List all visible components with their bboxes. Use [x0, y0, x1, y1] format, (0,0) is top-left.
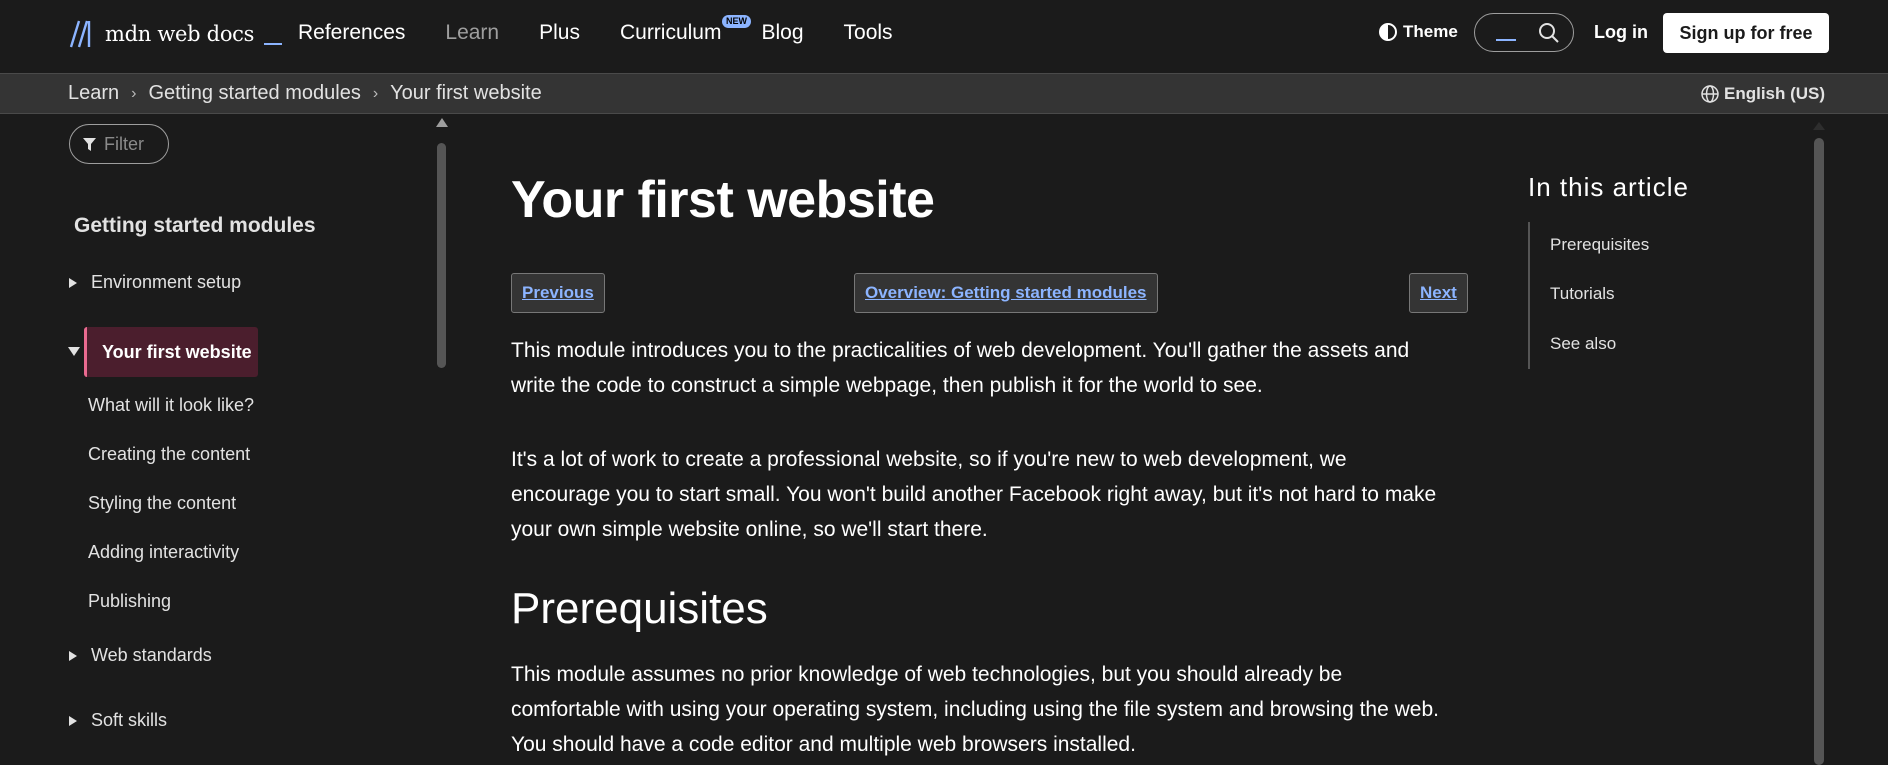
caret-down-shape: [68, 347, 80, 356]
login-link[interactable]: Log in: [1594, 20, 1648, 44]
overview-button[interactable]: Overview: Getting started modules: [854, 273, 1158, 313]
nav-curriculum[interactable]: Curriculum NEW: [619, 15, 751, 48]
top-nav: mdn web docs References Learn Plus Curri…: [0, 0, 1888, 64]
mdn-logo-icon: [69, 20, 91, 48]
language-label: English (US): [1724, 84, 1826, 103]
toc-rule: [1528, 222, 1530, 369]
new-badge: NEW: [721, 15, 751, 28]
sidebar-item-web-standards[interactable]: Web standards: [69, 645, 212, 666]
theme-button[interactable]: Theme: [1379, 22, 1458, 42]
search-icon: [1539, 23, 1559, 43]
breadcrumb-getting-started[interactable]: Getting started modules: [148, 82, 360, 105]
paragraph-line: This module assumes no prior knowledge o…: [511, 663, 1343, 686]
sidebar-item-label: Environment setup: [91, 272, 242, 292]
nav-plus[interactable]: Plus: [539, 18, 580, 48]
sidebar-subitem[interactable]: Styling the content: [88, 493, 236, 514]
sidebar-heading[interactable]: Getting started modules: [74, 214, 316, 238]
breadcrumb-learn[interactable]: Learn: [68, 82, 119, 105]
page-title: Your first website: [511, 171, 935, 229]
sidebar-scroll-up-arrow[interactable]: [436, 118, 448, 127]
caret-right-icon: [69, 715, 77, 726]
caret-right-icon: [69, 277, 77, 288]
prerequisites-paragraph: This module assumes no prior knowledge o…: [511, 657, 1471, 762]
filter-icon: [83, 137, 96, 151]
paragraph-line: It's a lot of work to create a professio…: [511, 448, 1347, 471]
nav-curriculum-label: Curriculum: [619, 21, 722, 44]
sidebar-subitem[interactable]: Adding interactivity: [88, 542, 239, 563]
logo-text: mdn web docs: [105, 22, 255, 46]
paragraph-line: your own simple website online, so we'll…: [511, 518, 988, 541]
paragraph-line: This module introduces you to the practi…: [511, 339, 1410, 362]
breadcrumb: Learn › Getting started modules › Your f…: [68, 82, 542, 105]
paragraph-line: You should have a code editor and multip…: [511, 733, 1136, 756]
breadcrumb-bar: Learn › Getting started modules › Your f…: [0, 73, 1888, 114]
sidebar-scrollbar[interactable]: [437, 143, 446, 368]
toc-link-tutorials[interactable]: Tutorials: [1550, 284, 1615, 304]
next-button[interactable]: Next: [1409, 273, 1468, 313]
caret-right-icon: [69, 650, 77, 661]
filter-placeholder: Filter: [104, 133, 144, 154]
prerequisites-heading: Prerequisites: [511, 584, 768, 633]
sidebar-item-label: Soft skills: [91, 710, 168, 730]
toc-title: In this article: [1528, 172, 1689, 202]
chevron-right-icon: ›: [372, 84, 379, 102]
theme-icon: [1379, 23, 1397, 41]
main-scrollbar[interactable]: [1814, 138, 1824, 765]
sidebar-item-environment-setup[interactable]: Environment setup: [69, 272, 241, 293]
body-paragraph: It's a lot of work to create a professio…: [511, 442, 1471, 547]
chevron-right-icon: ›: [131, 84, 137, 102]
sidebar-item-soft-skills[interactable]: Soft skills: [69, 710, 167, 731]
mdn-logo[interactable]: mdn web docs: [69, 18, 283, 50]
sidebar-subitem[interactable]: Creating the content: [88, 444, 250, 465]
toc-link-prerequisites[interactable]: Prerequisites: [1550, 235, 1649, 255]
main-menu: References Learn Plus Curriculum NEW Blo…: [298, 15, 933, 48]
search-caret: [1496, 39, 1516, 41]
sidebar-filter-input[interactable]: Filter: [69, 124, 169, 164]
sidebar-item-your-first-website[interactable]: Your first website: [84, 327, 258, 377]
sidebar-item-label: Web standards: [91, 645, 212, 665]
paragraph-line: write the code to construct a simple web…: [511, 374, 1263, 397]
sidebar-subitem[interactable]: What will it look like?: [88, 395, 254, 416]
search-button[interactable]: [1474, 13, 1574, 52]
signup-button[interactable]: Sign up for free: [1663, 13, 1829, 53]
logo-underscore: [264, 43, 283, 45]
sidebar-subitem[interactable]: Publishing: [88, 591, 171, 612]
main-scroll-up-arrow[interactable]: [1813, 122, 1825, 130]
language-switcher[interactable]: English (US): [1700, 84, 1825, 104]
nav-tools[interactable]: Tools: [844, 18, 893, 48]
paragraph-line: encourage you to start small. You won't …: [511, 483, 1437, 506]
previous-button[interactable]: Previous: [511, 273, 605, 313]
nav-blog[interactable]: Blog: [761, 18, 803, 48]
globe-icon: [1701, 85, 1719, 103]
toc-link-see-also[interactable]: See also: [1550, 334, 1616, 354]
breadcrumb-current[interactable]: Your first website: [390, 82, 542, 105]
intro-paragraph: This module introduces you to the practi…: [511, 333, 1471, 403]
nav-references[interactable]: References: [298, 18, 405, 48]
caret-down-icon[interactable]: [68, 347, 80, 356]
theme-label: Theme: [1403, 22, 1458, 41]
nav-learn[interactable]: Learn: [445, 18, 499, 48]
paragraph-line: comfortable with using your operating sy…: [511, 698, 1439, 721]
